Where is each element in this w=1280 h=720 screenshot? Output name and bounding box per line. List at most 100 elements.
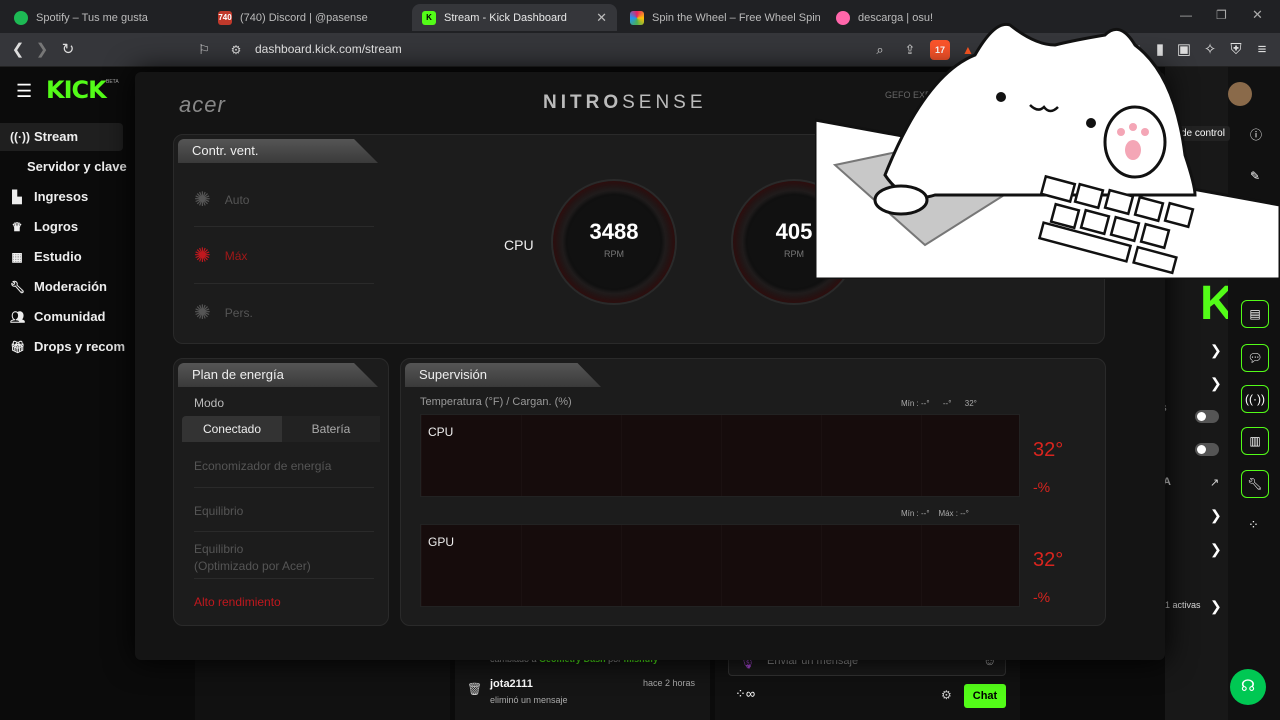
paw-toe	[1117, 128, 1125, 136]
sidebar-item-income[interactable]: ▙ Ingresos	[10, 189, 88, 204]
cpu-fan-dial: 3488 RPM	[551, 179, 677, 305]
broadcast-icon: ((·))	[10, 129, 30, 144]
sidebar-item-label: Drops y recom	[34, 339, 126, 354]
cpu-rpm-value: 3488	[589, 219, 639, 244]
nodes-icon[interactable]: ⁘∞	[735, 686, 755, 702]
chevron-right-icon[interactable]: ❯	[1210, 598, 1222, 615]
chat-bubble-icon[interactable]: 💬︎	[1241, 344, 1269, 372]
sidebar-item-label: Logros	[34, 219, 79, 234]
tab-title: Spin the Wheel – Free Wheel Spinner	[652, 11, 820, 24]
cpu-graph: CPU	[420, 414, 1020, 497]
beta-tag: BETA	[106, 79, 119, 85]
sidebar-item-label: Servidor y clave	[27, 159, 127, 174]
address-bar[interactable]: dashboard.kick.com/stream	[255, 42, 402, 56]
notes-icon[interactable]: ▤	[1241, 300, 1269, 328]
fan-mode-custom[interactable]: ✺ Pers.	[194, 300, 253, 325]
tab-connected[interactable]: Conectado	[182, 416, 282, 442]
gear-icon[interactable]: ⚙	[941, 688, 952, 702]
sidebar-item-server-key[interactable]: Servidor y clave	[27, 159, 127, 174]
bookmark-icon[interactable]: ⚐	[194, 40, 214, 60]
tab-spotify[interactable]: Spotify – Tus me gusta	[4, 4, 204, 31]
wrench-icon[interactable]: 🔧︎	[1241, 470, 1269, 498]
back-icon[interactable]: ❮	[8, 40, 28, 60]
fan-panel-title: Contr. vent.	[178, 139, 378, 163]
tab-title: Spotify – Tus me gusta	[36, 11, 148, 24]
sidebar-item-stream[interactable]: ((·)) Stream	[10, 129, 78, 144]
tab-kick-dashboard[interactable]: K Stream - Kick Dashboard ✕	[412, 4, 617, 31]
paw-pad	[1125, 140, 1141, 160]
activity-text: eliminó un mensaje	[490, 695, 568, 705]
monitor-panel-title: Supervisión	[405, 363, 601, 387]
sidebar-item-label: Moderación	[34, 279, 107, 294]
kick-logo[interactable]: KICK	[46, 76, 107, 104]
activity-user[interactable]: jota2111	[490, 678, 533, 690]
tab-wheel[interactable]: Spin the Wheel – Free Wheel Spinner	[620, 4, 820, 31]
cpu-load: -%	[1033, 479, 1051, 495]
sidebar-item-community[interactable]: 👥︎ Comunidad	[10, 309, 106, 324]
spotify-icon	[14, 10, 28, 25]
site-settings-icon[interactable]: ⚙	[226, 40, 246, 60]
power-option-balanced[interactable]: Equilibrio	[194, 504, 243, 518]
studio-icon: ▦	[11, 249, 23, 264]
chevron-right-icon[interactable]: ❯	[1210, 541, 1222, 558]
close-icon[interactable]: ✕	[596, 10, 607, 26]
sidebar-item-label: Ingresos	[34, 189, 89, 204]
chevron-right-icon[interactable]: ❯	[1210, 507, 1222, 524]
power-option-performance[interactable]: Alto rendimiento	[194, 595, 281, 609]
paw-toe	[1141, 128, 1149, 136]
fan-mode-max[interactable]: ✺ Máx	[194, 243, 247, 268]
tab-discord[interactable]: 740 (740) Discord | @pasense	[208, 4, 408, 31]
discord-icon: 740	[218, 10, 232, 25]
chevron-right-icon[interactable]: ❯	[1210, 342, 1222, 359]
gpu-load: -%	[1033, 589, 1051, 605]
tab-battery[interactable]: Batería	[282, 416, 380, 442]
rpm-unit: RPM	[604, 249, 624, 259]
sidebar-item-label: Estudio	[34, 249, 82, 264]
chat-button[interactable]: Chat	[964, 684, 1006, 708]
sidebar-item-studio[interactable]: ▦ Estudio	[10, 249, 82, 264]
users-icon: 👥︎	[10, 309, 26, 324]
broadcast-icon[interactable]: ((·))	[1241, 385, 1269, 413]
external-link-icon[interactable]: ↗	[1210, 476, 1219, 489]
forward-icon[interactable]: ❯	[32, 40, 52, 60]
fan-auto-icon: ✺	[194, 189, 211, 211]
gpu-temp: 32°	[1033, 549, 1064, 571]
cat-paw	[873, 184, 929, 216]
sidebar-item-achievements[interactable]: ♛ Logros	[10, 219, 78, 234]
bongo-cat-overlay	[815, 22, 1280, 279]
gift-icon: 🎁︎	[10, 339, 26, 354]
fan-custom-icon: ✺	[194, 302, 211, 324]
power-option-acer-balanced[interactable]: Equilibrio	[194, 542, 243, 556]
mode-label: Modo	[194, 396, 225, 410]
toggle-switch[interactable]	[1195, 410, 1219, 423]
acer-logo: acer	[179, 92, 226, 117]
chevron-right-icon[interactable]: ❯	[1210, 375, 1222, 392]
power-plan-panel: Plan de energía Modo Conectado Batería E…	[173, 358, 389, 626]
fan-mode-auto[interactable]: ✺ Auto	[194, 187, 249, 212]
tab-title: (740) Discord | @pasense	[240, 11, 368, 24]
toggle-switch[interactable]	[1195, 443, 1219, 456]
sidebar-item-drops[interactable]: 🎁︎ Drops y recom	[10, 339, 125, 354]
paw-toe	[1129, 123, 1137, 131]
kick-icon: K	[422, 10, 436, 25]
nodes-icon[interactable]: ⁘	[1248, 517, 1259, 533]
power-panel-title: Plan de energía	[178, 363, 378, 387]
sidebar-item-moderation[interactable]: 🔧︎ Moderación	[10, 279, 107, 294]
layout-icon[interactable]: ▥	[1241, 427, 1269, 455]
trash-icon: 🗑︎	[467, 682, 483, 696]
power-option-saver[interactable]: Economizador de energía	[194, 459, 331, 473]
wheel-icon	[630, 10, 644, 25]
activity-time: hace 2 horas	[643, 678, 696, 688]
gpu-graph: GPU	[420, 524, 1020, 607]
bar-chart-icon: ▙	[12, 189, 22, 204]
support-icon[interactable]: ☊	[1230, 669, 1266, 705]
cpu-minmax: Mín : --° --° 32°	[901, 399, 977, 408]
tab-title: Stream - Kick Dashboard	[444, 11, 567, 24]
sidebar-item-label: Stream	[34, 129, 79, 144]
power-option-acer-note: (Optimizado por Acer)	[194, 559, 311, 573]
nitrosense-title: NITROSENSE	[543, 92, 707, 113]
wrench-icon: 🔧︎	[10, 279, 26, 294]
cpu-fan-label: CPU	[504, 237, 534, 253]
hamburger-icon[interactable]: ☰	[16, 81, 32, 102]
reload-icon[interactable]: ↻	[58, 40, 78, 60]
